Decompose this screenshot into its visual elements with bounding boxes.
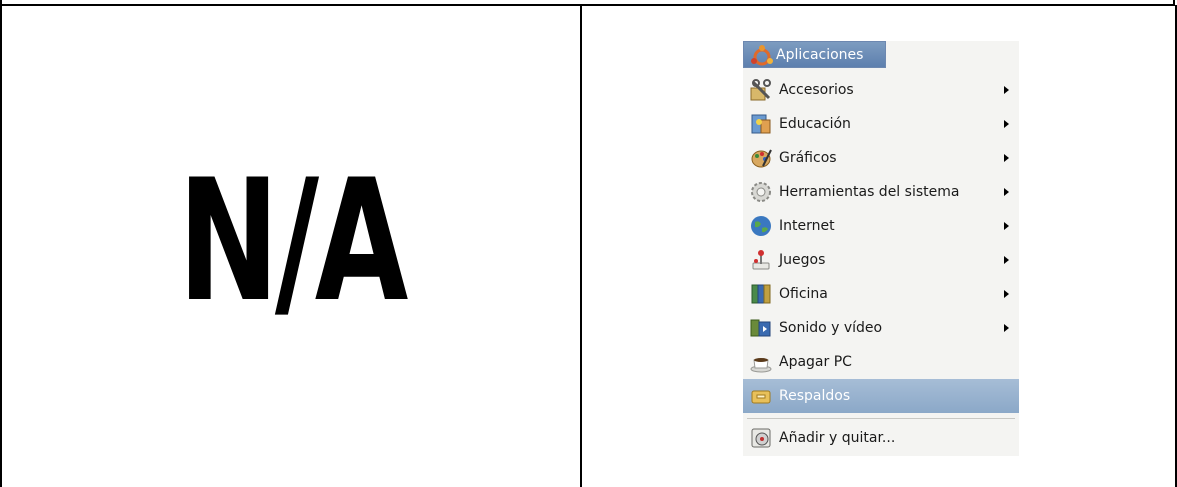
menu-item-label: Oficina [779, 286, 828, 302]
menu-item-accesorios[interactable]: Accesorios [743, 73, 1019, 107]
add-remove-disc-icon [749, 426, 773, 450]
coffee-cup-icon [749, 350, 773, 374]
menu-item-label: Internet [779, 218, 835, 234]
menu-item-sonido-y-video[interactable]: Sonido y vídeo [743, 311, 1019, 345]
menu-item-oficina[interactable]: Oficina [743, 277, 1019, 311]
submenu-arrow-icon [1004, 188, 1009, 196]
internet-globe-icon [749, 214, 773, 238]
education-icon [749, 112, 773, 136]
menu-item-herramientas-del-sistema[interactable]: Herramientas del sistema [743, 175, 1019, 209]
menu-item-respaldos[interactable]: Respaldos [743, 379, 1019, 413]
accessories-icon [749, 78, 773, 102]
submenu-arrow-icon [1004, 290, 1009, 298]
games-joystick-icon [749, 248, 773, 272]
system-tools-icon [749, 180, 773, 204]
ubuntu-logo-icon [750, 44, 773, 65]
menu-item-label: Educación [779, 116, 851, 132]
submenu-arrow-icon [1004, 222, 1009, 230]
submenu-arrow-icon [1004, 154, 1009, 162]
applications-menu-label: Aplicaciones [776, 46, 864, 63]
menu-item-label: Accesorios [779, 82, 854, 98]
submenu-arrow-icon [1004, 324, 1009, 332]
menu-item-juegos[interactable]: Juegos [743, 243, 1019, 277]
menu-item-anadir-y-quitar[interactable]: Añadir y quitar... [743, 421, 1019, 455]
applications-menu-button[interactable]: Aplicaciones [743, 41, 886, 68]
backup-drawer-icon [749, 384, 773, 408]
na-text: N/A [177, 143, 408, 339]
column-divider [580, 5, 582, 487]
menu-item-label: Añadir y quitar... [779, 430, 896, 446]
menu-separator [747, 418, 1015, 419]
menu-item-educacion[interactable]: Educación [743, 107, 1019, 141]
sound-video-icon [749, 316, 773, 340]
submenu-arrow-icon [1004, 120, 1009, 128]
applications-menu: Aplicaciones Accesorios Educación Gráfic… [743, 41, 1019, 456]
menu-item-label: Gráficos [779, 150, 837, 166]
graphics-icon [749, 146, 773, 170]
submenu-arrow-icon [1004, 86, 1009, 94]
menu-item-label: Apagar PC [779, 354, 852, 370]
office-icon [749, 282, 773, 306]
menu-item-label: Juegos [779, 252, 826, 268]
menu-item-apagar-pc[interactable]: Apagar PC [743, 345, 1019, 379]
menu-item-label: Herramientas del sistema [779, 184, 960, 200]
menu-item-graficos[interactable]: Gráficos [743, 141, 1019, 175]
menu-item-label: Sonido y vídeo [779, 320, 883, 336]
left-cell: N/A [2, 7, 580, 487]
menu-item-internet[interactable]: Internet [743, 209, 1019, 243]
submenu-arrow-icon [1004, 256, 1009, 264]
menu-item-label: Respaldos [779, 388, 851, 404]
